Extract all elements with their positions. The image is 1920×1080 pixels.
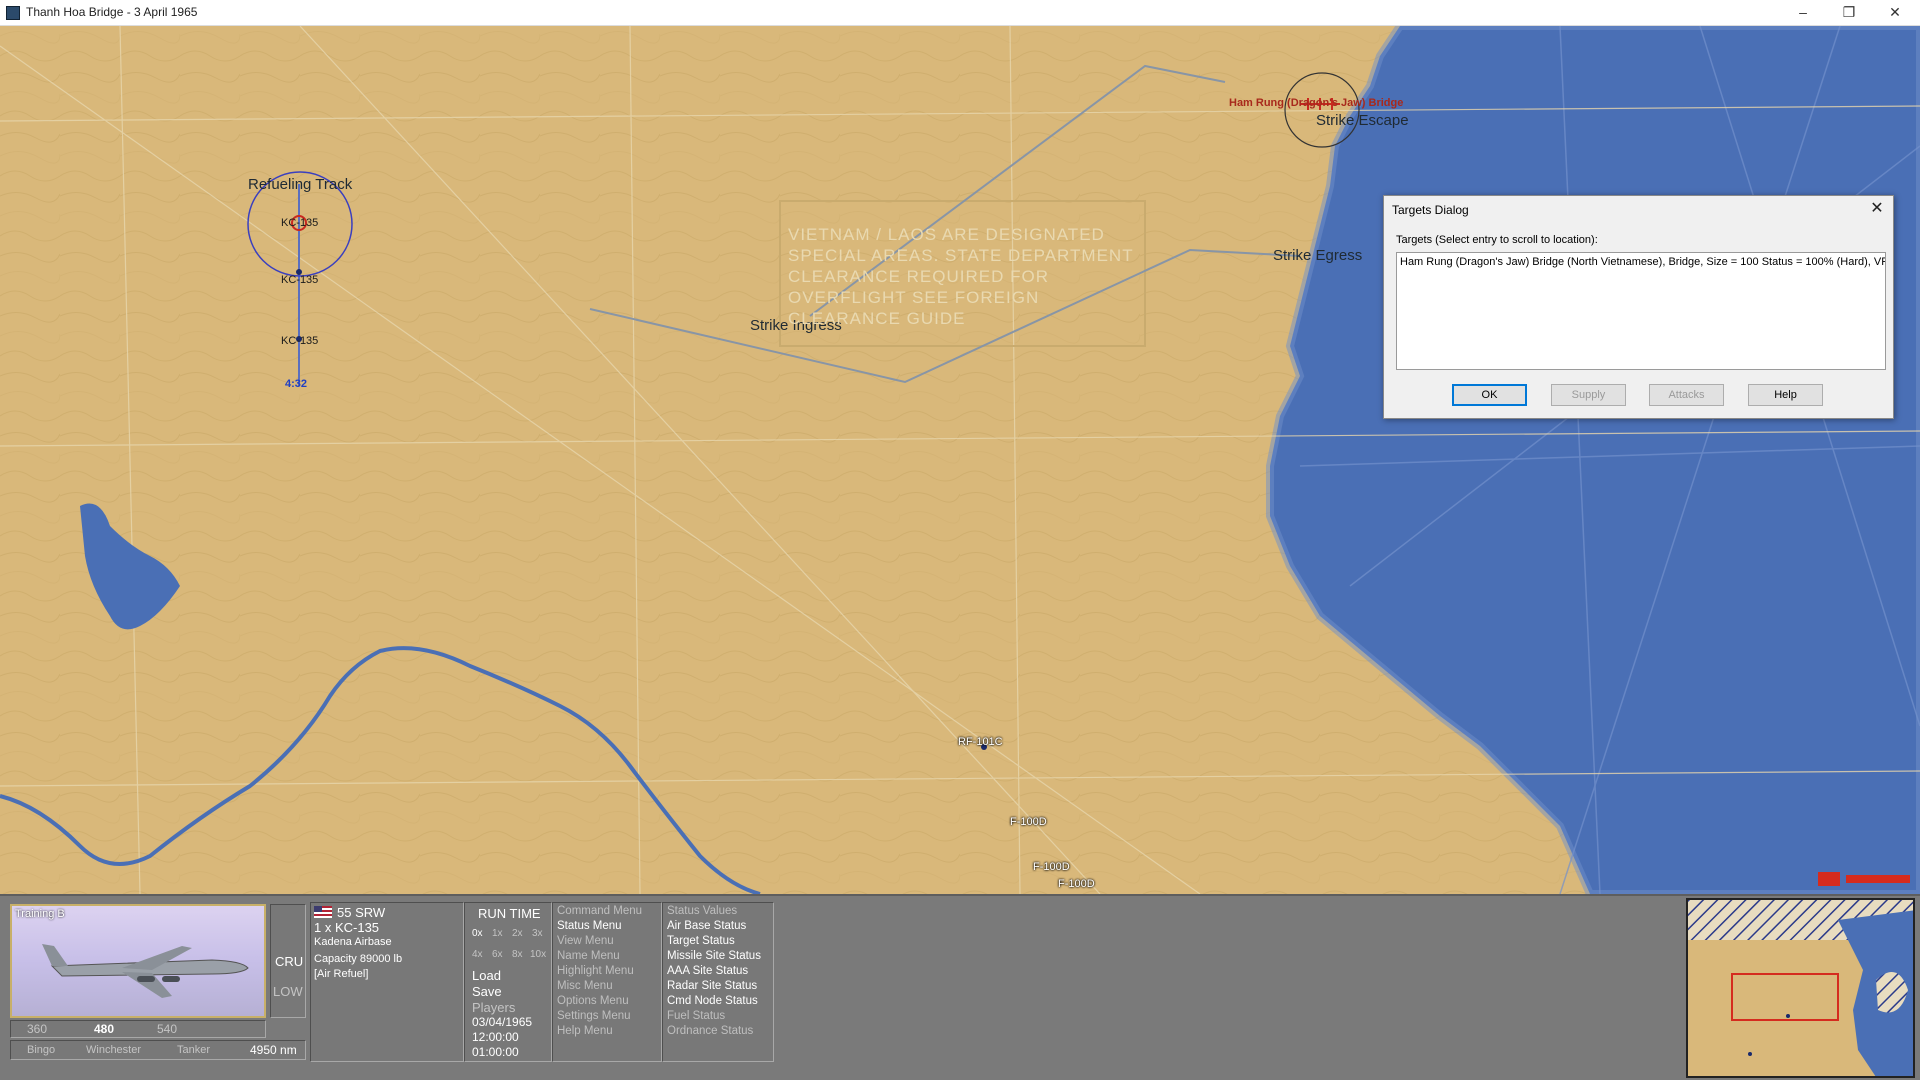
- elapsed-time: 01:00:00: [472, 1045, 519, 1059]
- unit-photo: Training B: [10, 904, 266, 1018]
- current-time: 12:00:00: [472, 1030, 519, 1044]
- speed-10x[interactable]: 10x: [530, 947, 546, 962]
- help-menu[interactable]: Help Menu: [557, 1024, 613, 1039]
- attacks-button[interactable]: Attacks: [1649, 384, 1724, 406]
- base-name: Kadena Airbase: [314, 936, 392, 948]
- winchester-label[interactable]: Winchester: [86, 1043, 141, 1058]
- speed-3x[interactable]: 3x: [532, 926, 543, 941]
- aircraft-type: 1 x KC-135: [314, 920, 380, 935]
- command-menu[interactable]: Command Menu: [557, 904, 642, 919]
- map-view[interactable]: Refueling Track Strike Ingress Strike Eg…: [0, 26, 1920, 894]
- unit-label-f100d-3[interactable]: F-100D: [1058, 878, 1095, 890]
- close-window-button[interactable]: ✕: [1872, 0, 1918, 26]
- unit-label-f100d-1[interactable]: F-100D: [1010, 816, 1047, 828]
- dialog-title: Targets Dialog: [1392, 203, 1469, 217]
- speed-bar: [10, 1020, 266, 1038]
- aircraft-image: [42, 944, 249, 998]
- capacity: Capacity 89000 lb: [314, 953, 403, 965]
- fuel-status[interactable]: Fuel Status: [667, 1009, 725, 1024]
- cmd-node-status[interactable]: Cmd Node Status: [667, 994, 758, 1009]
- photo-caption: Training B: [15, 908, 65, 920]
- minimap[interactable]: [1686, 898, 1915, 1078]
- players-button[interactable]: Players: [472, 1000, 515, 1015]
- status-menu[interactable]: Status Menu: [557, 919, 622, 934]
- flag-icon: [1818, 872, 1840, 886]
- radar-site-status[interactable]: Radar Site Status: [667, 979, 757, 994]
- dialog-prompt: Targets (Select entry to scroll to locat…: [1396, 234, 1598, 246]
- bingo-label[interactable]: Bingo: [27, 1043, 55, 1058]
- mission-type: [Air Refuel]: [314, 968, 369, 980]
- targets-list[interactable]: Ham Rung (Dragon's Jaw) Bridge (North Vi…: [1396, 252, 1886, 370]
- ok-button[interactable]: OK: [1452, 384, 1527, 406]
- targets-dialog: Targets Dialog ✕ Targets (Select entry t…: [1383, 195, 1894, 419]
- refueling-track-label[interactable]: Refueling Track: [248, 176, 352, 193]
- map-canvas[interactable]: [0, 26, 1920, 894]
- misc-menu[interactable]: Misc Menu: [557, 979, 613, 994]
- unit-label-rf101c[interactable]: RF-101C: [958, 736, 1003, 748]
- help-button[interactable]: Help: [1748, 384, 1823, 406]
- speed-8x[interactable]: 8x: [512, 947, 523, 962]
- altitude-cru[interactable]: CRU: [275, 954, 303, 969]
- window-title: Thanh Hoa Bridge - 3 April 1965: [26, 5, 198, 19]
- options-menu[interactable]: Options Menu: [557, 994, 629, 1009]
- dialog-close-icon[interactable]: ✕: [1867, 200, 1887, 220]
- altitude-low[interactable]: LOW: [273, 984, 303, 999]
- unit-label-kc135-1[interactable]: KC-135: [281, 217, 318, 229]
- settings-menu[interactable]: Settings Menu: [557, 1009, 631, 1024]
- minimap-viewport: [1731, 973, 1839, 1021]
- unit-name: 55 SRW: [337, 905, 386, 920]
- speed-1x[interactable]: 1x: [492, 926, 503, 941]
- minimap-canvas[interactable]: [1688, 900, 1915, 1078]
- unit-label-f100d-2[interactable]: F-100D: [1033, 861, 1070, 873]
- control-panel: Training B CRU LOW 360 480 540 Bingo Win…: [0, 894, 1920, 1080]
- speed-6x[interactable]: 6x: [492, 947, 503, 962]
- ordnance-status[interactable]: Ordnance Status: [667, 1024, 753, 1039]
- speed-4x[interactable]: 4x: [472, 947, 483, 962]
- speed-2x[interactable]: 2x: [512, 926, 523, 941]
- target-status[interactable]: Target Status: [667, 934, 735, 949]
- restore-button[interactable]: ❐: [1826, 0, 1872, 26]
- load-button[interactable]: Load: [472, 968, 501, 983]
- unit-label-kc135-3[interactable]: KC-135: [281, 335, 318, 347]
- save-button[interactable]: Save: [472, 984, 502, 999]
- us-flag-icon: [314, 906, 332, 918]
- speed-360[interactable]: 360: [27, 1022, 47, 1037]
- track-time-label: 4:32: [285, 378, 308, 390]
- status-bar-red: [1846, 875, 1910, 883]
- aaa-site-status[interactable]: AAA Site Status: [667, 964, 748, 979]
- run-time-label[interactable]: RUN TIME: [478, 906, 541, 921]
- strike-escape-label[interactable]: Strike Escape: [1316, 112, 1409, 129]
- view-menu[interactable]: View Menu: [557, 934, 614, 949]
- strike-egress-label[interactable]: Strike Egress: [1273, 247, 1362, 264]
- target-bridge-label[interactable]: Ham Rung (Dragon's Jaw) Bridge: [1229, 97, 1403, 109]
- current-date: 03/04/1965: [472, 1015, 533, 1029]
- supply-button[interactable]: Supply: [1551, 384, 1626, 406]
- air-base-status[interactable]: Air Base Status: [667, 919, 746, 934]
- tanker-label[interactable]: Tanker: [177, 1043, 210, 1058]
- app-icon: [6, 6, 20, 20]
- speed-480[interactable]: 480: [94, 1022, 114, 1037]
- target-entry[interactable]: Ham Rung (Dragon's Jaw) Bridge (North Vi…: [1400, 256, 1885, 268]
- warning-area-text: VIETNAM / LAOS ARE DESIGNATED SPECIAL AR…: [788, 225, 1134, 328]
- unit-label-kc135-2[interactable]: KC-135: [281, 274, 318, 286]
- window-titlebar: Thanh Hoa Bridge - 3 April 1965 – ❐ ✕: [0, 0, 1920, 26]
- speed-540[interactable]: 540: [157, 1022, 177, 1037]
- speed-0x[interactable]: 0x: [472, 926, 483, 941]
- highlight-menu[interactable]: Highlight Menu: [557, 964, 634, 979]
- minimize-button[interactable]: –: [1780, 0, 1826, 26]
- status-values[interactable]: Status Values: [667, 904, 737, 919]
- missile-site-status[interactable]: Missile Site Status: [667, 949, 761, 964]
- range-value: 4950 nm: [250, 1043, 297, 1057]
- name-menu[interactable]: Name Menu: [557, 949, 620, 964]
